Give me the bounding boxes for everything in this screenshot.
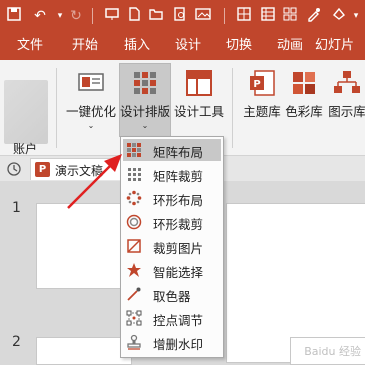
baidu-watermark: Baidu 经验 bbox=[304, 345, 361, 358]
annotation-arrow bbox=[67, 154, 122, 209]
